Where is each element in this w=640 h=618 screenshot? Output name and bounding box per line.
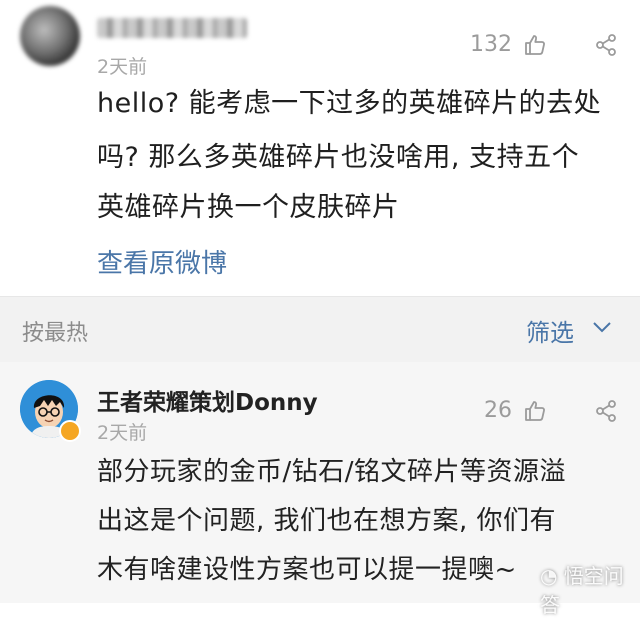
like-count: 132 <box>470 32 512 57</box>
reply-time: 2天前 <box>97 422 148 444</box>
view-original-link[interactable]: 查看原微博 <box>97 243 227 280</box>
reply-author[interactable]: 王者荣耀策划Donny <box>97 383 318 417</box>
share-icon[interactable] <box>594 33 618 57</box>
verified-badge-icon <box>59 420 81 442</box>
chevron-down-icon[interactable] <box>592 320 612 334</box>
reply-line-1: 部分玩家的金币/钻石/铭文碎片等资源溢 <box>97 457 567 487</box>
reply-line-2: 出这是个问题, 我们也在想方案, 你们有 <box>97 506 557 536</box>
comment-time: 2天前 <box>97 56 148 78</box>
reply-like-count: 26 <box>484 398 512 423</box>
filter-button[interactable]: 筛选 <box>526 313 574 348</box>
comment-line-1: hello? 能考虑一下过多的英雄碎片的去处 <box>97 88 602 119</box>
avatar[interactable] <box>20 6 80 66</box>
comment-line-2: 吗? 那么多英雄碎片也没啥用, 支持五个 <box>97 142 580 173</box>
sort-hot-label[interactable]: 按最热 <box>22 315 88 347</box>
reply-line-3: 木有啥建设性方案也可以提一提噢~ <box>97 555 517 585</box>
share-icon[interactable] <box>594 399 618 423</box>
username-blurred[interactable] <box>97 18 247 38</box>
sort-bar: 按最热 筛选 <box>0 296 640 364</box>
watermark-logo-icon: ◔ <box>540 564 558 588</box>
watermark: ◔ 悟空问答 <box>540 560 640 618</box>
thumbs-up-icon[interactable] <box>523 33 547 57</box>
comment-line-3: 英雄碎片换一个皮肤碎片 <box>97 192 400 223</box>
thumbs-up-icon[interactable] <box>523 399 547 423</box>
